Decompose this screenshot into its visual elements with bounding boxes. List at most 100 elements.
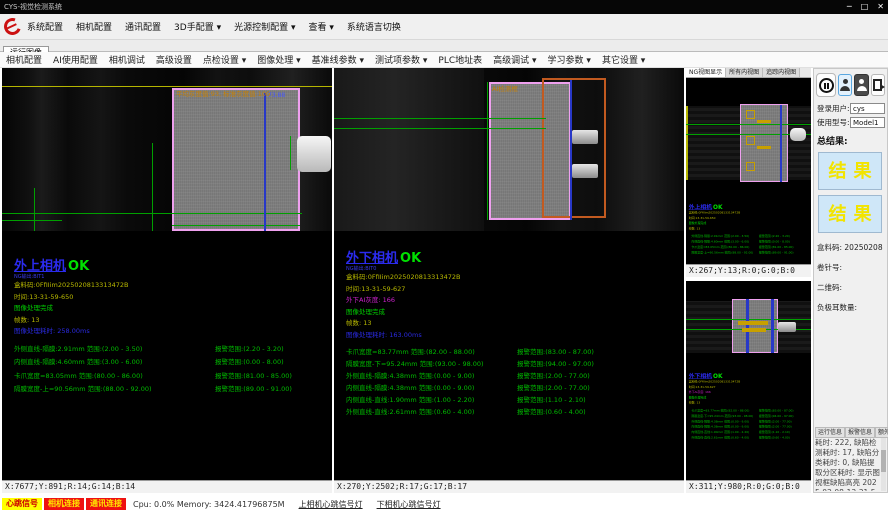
tool-other-settings[interactable]: 其它设置 ▾ (602, 53, 645, 66)
measure-text: 隔膜宽度-上=90.56mm 范围:(88.00 - 92.00) (14, 385, 152, 393)
pause-button[interactable] (816, 73, 836, 97)
tab-all-views[interactable]: 所有内视图 (726, 68, 763, 77)
close-icon[interactable]: ✕ (877, 0, 884, 14)
measure-text: 外侧直线-隔膜:4.38mm 范围:(0.00 - 9.00) (346, 372, 474, 380)
measure-line (487, 82, 488, 220)
mid-pixel-coordinates: X:270;Y:2502;R:17;G:17;B:17 (334, 480, 684, 493)
tool-camera-debug[interactable]: 相机调试 (109, 53, 145, 66)
tab-ng-view[interactable]: NG视图显示 (686, 68, 726, 77)
measure-text: 卡爪宽度=83.77mm 范围:(82.00 - 88.00) (691, 409, 749, 413)
tool-camera-config[interactable]: 相机配置 (6, 53, 42, 66)
tool-image-processing[interactable]: 图像处理 ▾ (257, 53, 300, 66)
menu-3d-hand-config[interactable]: 3D手配置 ▾ (174, 20, 221, 33)
defect-marker (746, 110, 755, 119)
mid-measure-list: 卡爪宽度=83.77mm 范围:(82.00 - 88.00)报警范围:(83.… (346, 346, 684, 418)
frame-line: 帧数: 13 (689, 226, 811, 231)
login-user-label: 登录用户: (817, 103, 850, 114)
minimize-icon[interactable]: ─ (847, 0, 852, 14)
measure-line (334, 118, 546, 119)
small-bottom-camera-image[interactable] (686, 289, 811, 367)
log-scrollbar-thumb[interactable] (881, 450, 886, 472)
measure-line (334, 128, 546, 129)
tab-run-info[interactable]: 运行信息 (815, 427, 845, 438)
measure-alarm: 报警范围:(83.00 - 87.00) (759, 408, 794, 413)
small-bottom-pixel-coordinates: X:311;Y:980;R:0;G:0;B:0 (686, 480, 811, 493)
measure-text: 外侧直线-隔膜:2.91mm 范围:(2.00 - 3.50) (691, 234, 749, 238)
window-title: CYS-视觉检测系统 (4, 3, 62, 11)
measure-text: 隔膜宽度-下=95.24mm 范围:(93.00 - 98.00) (691, 414, 753, 418)
ai-roi-label: AI检测框 (492, 83, 518, 93)
tab-alarm-info[interactable]: 报警信息 (845, 427, 875, 438)
measure-text: 内侧直线-隔膜:4.60mm 范围:(3.00 - 6.00) (14, 358, 142, 366)
measure-text: 内侧直线-隔膜:4.60mm 范围:(3.00 - 6.00) (691, 240, 749, 244)
camera-name: 外下相机 (346, 251, 398, 266)
left-camera-panel: 平均灰度值:93, 标准灰度值:100 73,88 外上相机OK NG输出:BI… (2, 68, 332, 493)
measure-line-blue (264, 93, 266, 231)
control-button-row (814, 69, 887, 100)
small-view-tabs: NG视图显示 所有内视图 追踪内视图 (686, 68, 811, 78)
measure-text: 内侧直线-直线:1.90mm 范围:(1.00 - 2.20) (346, 396, 474, 404)
measure-alarm: 报警范围:(81.00 - 85.00) (759, 244, 794, 249)
measure-row: 内侧直线-隔膜:4.38mm 范围:(0.00 - 9.00)报警范围:(2.0… (346, 382, 684, 394)
tool-spot-check[interactable]: 点检设置 ▾ (203, 53, 246, 66)
result-status: OK (400, 251, 421, 266)
info-tab-row: 运行信息 报警信息 额外信息 (815, 427, 888, 438)
tool-test-params[interactable]: 测试项参数 ▾ (375, 53, 427, 66)
small-top-camera-image[interactable] (686, 78, 811, 198)
defect-marker (746, 162, 755, 171)
measure-alarm: 报警范围:(94.00 - 97.00) (517, 358, 594, 368)
tool-advanced-debug[interactable]: 高级调试 ▾ (493, 53, 536, 66)
small-view-bottom-panel: 外下相机OK 盒料码:0FfIIim2025020813313472B 时间:1… (686, 281, 811, 493)
menu-system-config[interactable]: 系统配置 (27, 20, 63, 33)
tool-baseline-params[interactable]: 基准线参数 ▾ (312, 53, 364, 66)
machinery-edge (634, 68, 636, 231)
camera-connection-badge: 相机连接 (44, 498, 84, 510)
tab-extra-info[interactable]: 额外信息 (875, 427, 888, 438)
measure-row: 外侧直线-直线:2.61mm 范围:(0.60 - 4.00) 报警范围:(0.6… (346, 406, 684, 418)
log-scrollbar[interactable] (881, 438, 886, 491)
exit-button[interactable] (871, 74, 885, 96)
menu-comm-config[interactable]: 通讯配置 (125, 20, 161, 33)
menu-light-config[interactable]: 光源控制配置 ▾ (234, 20, 295, 33)
barcode-line: 盒料码:0FfIIim2025020813313472B (14, 280, 332, 292)
top-camera-heartbeat-link[interactable]: 上相机心跳信号灯 (299, 499, 363, 510)
menu-language-switch[interactable]: 系统语言切换 (347, 20, 401, 33)
electrode-tab (572, 130, 598, 144)
measure-alarm: 报警范围:(0.60 - 4.00) (517, 406, 586, 416)
tool-learning-params[interactable]: 学习参数 ▾ (548, 53, 591, 66)
measure-text: 隔膜宽度-下=95.24mm 范围:(93.00 - 98.00) (346, 360, 484, 368)
tab-track-views[interactable]: 追踪内视图 (763, 68, 800, 77)
measure-alarm: 报警范围:(2.00 - 77.00) (759, 424, 792, 429)
measure-text: 外侧直线-直线:2.61mm 范围:(0.60 - 4.00) (346, 408, 474, 416)
time-line: 时间:13-31-59-627 (346, 284, 684, 296)
menu-view[interactable]: 查看 ▾ (308, 20, 333, 33)
done-line: 图像处理完成 (14, 303, 332, 315)
defect-marker (746, 136, 755, 145)
measure-text: 内侧直线-隔膜:4.38mm 范围:(0.00 - 9.00) (346, 384, 474, 392)
barcode-line: 盒料码:0FfIIim2025020813313472B (346, 272, 684, 284)
result-status: OK (68, 259, 89, 274)
measure-alarm: 报警范围:(89.00 - 91.00) (215, 383, 292, 393)
measure-line (152, 143, 153, 231)
defect-label-mark (757, 120, 771, 123)
model-label: 使用型号: (817, 117, 850, 128)
tool-plc-address[interactable]: PLC地址表 (438, 53, 482, 66)
toolbar: 相机配置 AI使用配置 相机调试 高级设置 点检设置 ▾ 图像处理 ▾ 基准线参… (0, 52, 888, 68)
tool-ai-config[interactable]: AI使用配置 (53, 53, 98, 66)
measure-text: 隔膜宽度-上=90.56mm 范围:(88.00 - 92.00) (691, 251, 753, 255)
right-control-panel: 登录用户: cys 使用型号: Model1 总结果: 结果 结果 盒料码: 2… (813, 68, 888, 493)
menu-camera-config[interactable]: 相机配置 (76, 20, 112, 33)
measure-text: 外侧直线-隔膜:2.91mm 范围:(2.00 - 3.50) (14, 345, 142, 353)
maximize-icon[interactable]: □ (861, 0, 869, 14)
model-field[interactable]: Model1 (850, 117, 885, 128)
frame-line: 帧数: 13 (346, 318, 684, 330)
user-switch-button[interactable] (838, 74, 852, 96)
qr-info-row: 二维码: (817, 282, 887, 293)
tool-advanced-settings[interactable]: 高级设置 (156, 53, 192, 66)
operator-button[interactable] (854, 74, 868, 96)
machinery-band (334, 68, 484, 231)
login-user-field[interactable]: cys (850, 103, 885, 114)
bottom-camera-heartbeat-link[interactable]: 下相机心跳信号灯 (377, 499, 441, 510)
left-camera-image[interactable]: 平均灰度值:93, 标准灰度值:100 73,88 (2, 68, 332, 231)
mid-camera-image[interactable]: AI检测框 (334, 68, 684, 231)
